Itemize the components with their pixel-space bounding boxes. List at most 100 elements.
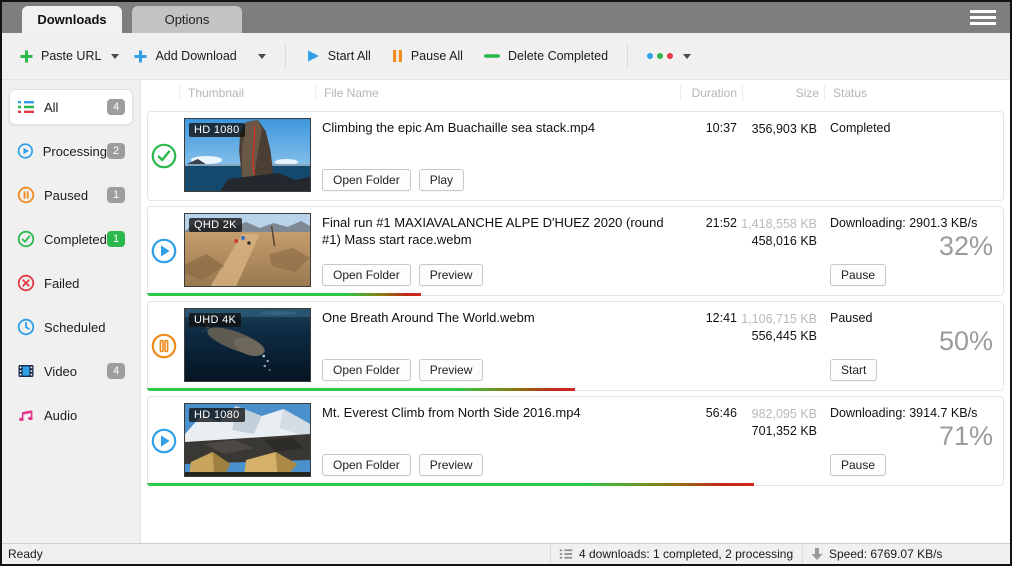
file-name: Final run #1 MAXIAVALANCHE ALPE D'HUEZ 2… [322,215,664,247]
count-badge: 4 [107,99,125,115]
pause-circle-icon [17,186,35,204]
progress-bar [147,293,421,296]
play-circle-icon [17,142,34,160]
duration-value: 21:52 [679,207,741,295]
sidebar-item-failed[interactable]: Failed [9,265,133,301]
sidebar-item-label: Paused [44,188,88,203]
pause-button[interactable]: Pause [830,264,886,286]
header-file-name: File Name [315,85,680,101]
header-duration: Duration [680,85,742,101]
status-text: Completed [830,121,890,135]
file-name: One Breath Around The World.webm [322,310,535,325]
sidebar-item-video[interactable]: Video 4 [9,353,133,389]
add-download-label: Add Download [155,49,236,63]
three-dots-icon [647,53,673,59]
paused-state-icon [151,333,177,359]
delete-completed-button[interactable]: Delete Completed [476,43,615,69]
sidebar-item-label: Scheduled [44,320,105,335]
check-circle-icon [17,230,35,248]
tab-options-label: Options [165,12,210,27]
file-name: Mt. Everest Climb from North Side 2016.m… [322,405,581,420]
more-actions-button[interactable] [640,47,698,65]
progress-bar [147,483,754,486]
size-done-value: 458,016 KB [741,233,817,250]
status-text: Downloading: 3914.7 KB/s [830,406,977,420]
size-done-value: 701,352 KB [741,423,817,440]
hamburger-menu-icon[interactable] [970,10,996,25]
paste-url-label: Paste URL [41,49,101,63]
pause-button[interactable]: Pause [830,454,886,476]
preview-button[interactable]: Preview [419,454,484,476]
open-folder-button[interactable]: Open Folder [322,359,411,381]
download-row[interactable]: QHD 2K Final run #1 MAXIAVALANCHE ALPE D… [147,206,1004,296]
tab-downloads[interactable]: Downloads [22,6,122,33]
sidebar-item-label: Video [44,364,77,379]
app-window: Downloads Options Paste URL Add Download… [0,0,1012,566]
chevron-down-icon[interactable] [683,54,691,59]
open-folder-button[interactable]: Open Folder [322,169,411,191]
toolbar: Paste URL Add Download Start All Pause A… [2,33,1010,80]
content-area: All 4 Processing 2 Paused 1 [2,80,1010,543]
play-button[interactable]: Play [419,169,464,191]
progress-percent: 50% [939,326,993,357]
sidebar-item-audio[interactable]: Audio [9,397,133,433]
sidebar-item-label: All [44,100,58,115]
pause-all-button[interactable]: Pause All [384,42,470,70]
speed-text: Speed: 6769.07 KB/s [829,547,942,561]
start-all-button[interactable]: Start All [298,42,378,70]
sidebar-item-paused[interactable]: Paused 1 [9,177,133,213]
sidebar-item-label: Audio [44,408,77,423]
list-icon [559,547,573,561]
sidebar-item-label: Processing [43,144,107,159]
pause-icon [391,48,404,64]
list-header: Thumbnail File Name Duration Size Status [147,80,1004,106]
chevron-down-icon[interactable] [111,54,119,59]
sidebar: All 4 Processing 2 Paused 1 [2,80,140,543]
quality-badge: UHD 4K [189,313,241,327]
download-row[interactable]: HD 1080 Mt. Everest Climb from North Sid… [147,396,1004,486]
progress-percent: 32% [939,231,993,262]
duration-value: 10:37 [679,112,741,200]
progress-bar [147,388,575,391]
down-arrow-icon [811,547,823,561]
tab-options[interactable]: Options [132,6,242,33]
size-value: 356,903 KB [741,121,817,138]
quality-badge: HD 1080 [189,123,245,137]
sidebar-item-completed[interactable]: Completed 1 [9,221,133,257]
tab-downloads-label: Downloads [37,12,106,27]
open-folder-button[interactable]: Open Folder [322,264,411,286]
quality-badge: HD 1080 [189,408,245,422]
preview-button[interactable]: Preview [419,359,484,381]
start-button[interactable]: Start [830,359,877,381]
sidebar-item-scheduled[interactable]: Scheduled [9,309,133,345]
header-thumbnail: Thumbnail [179,85,315,101]
progress-percent: 71% [939,421,993,452]
toolbar-separator [285,43,286,69]
header-size: Size [742,85,824,101]
downloading-state-icon [151,428,177,454]
start-all-label: Start All [328,49,371,63]
preview-button[interactable]: Preview [419,264,484,286]
thumbnail-whale: UHD 4K [184,308,311,382]
download-row[interactable]: UHD 4K One Breath Around The World.webm … [147,301,1004,391]
music-note-icon [17,406,35,424]
duration-value: 56:46 [679,397,741,485]
status-text: Downloading: 2901.3 KB/s [830,216,977,230]
open-folder-button[interactable]: Open Folder [322,454,411,476]
download-list-panel: Thumbnail File Name Duration Size Status [140,80,1010,543]
sidebar-item-all[interactable]: All 4 [9,89,133,125]
sidebar-item-processing[interactable]: Processing 2 [9,133,133,169]
tab-strip: Downloads Options [2,2,1010,33]
count-badge: 1 [107,187,125,203]
count-badge: 4 [107,363,125,379]
plus-icon [19,49,34,64]
download-row[interactable]: HD 1080 Climbing the epic Am Buachaille … [147,111,1004,201]
size-total-value: 1,418,558 KB [741,216,817,233]
chevron-down-icon[interactable] [258,54,266,59]
count-badge: 2 [107,143,125,159]
paste-url-button[interactable]: Paste URL [12,43,126,70]
duration-value: 12:41 [679,302,741,390]
count-badge: 1 [107,231,125,247]
add-download-button[interactable]: Add Download [126,43,272,70]
completed-state-icon [151,143,177,169]
